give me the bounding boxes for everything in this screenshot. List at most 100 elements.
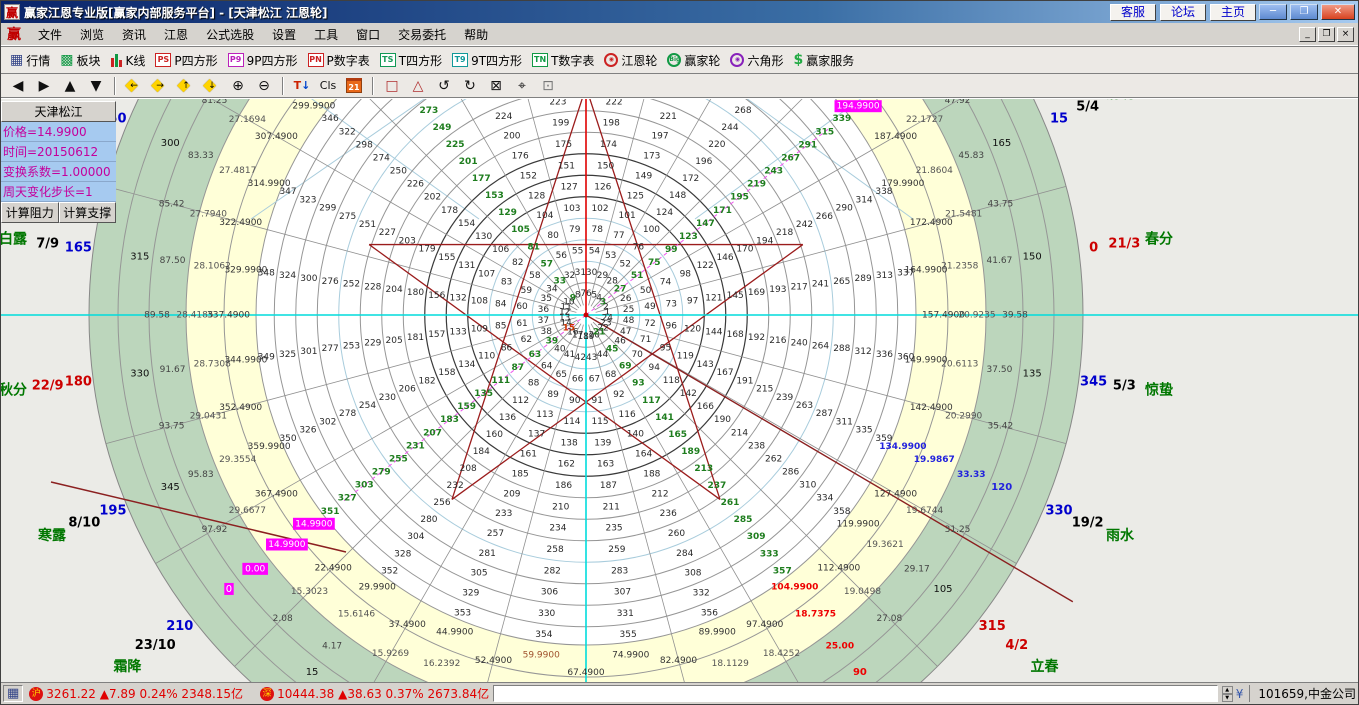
quotes-button[interactable]: ▦行情 [10, 52, 50, 69]
spiral-number: 55 [572, 247, 583, 257]
spiral-number: 195 [730, 193, 749, 203]
spiral-number: 103 [563, 204, 580, 214]
presentation-button[interactable]: ⊡ [536, 76, 560, 96]
menu-item-3[interactable]: 江恩 [155, 24, 197, 45]
spiral-number: 58 [529, 271, 541, 281]
ring-value: 59.9900 [523, 651, 560, 661]
step-up-button[interactable]: ▲ [58, 76, 82, 96]
sectors-button[interactable]: ▩板块 [60, 52, 100, 69]
toolbar-separator [114, 77, 116, 95]
page-left-button[interactable]: ◀ [6, 76, 30, 96]
step-down-button[interactable]: ▼ [84, 76, 108, 96]
menu-item-6[interactable]: 工具 [305, 24, 347, 45]
spiral-number: 169 [748, 288, 765, 298]
ring-value: 43.75 [987, 199, 1013, 209]
t-square-button[interactable]: TST四方形 [380, 52, 442, 69]
ring-value: 14.9900 [295, 519, 332, 529]
t-square-icon: TS [380, 53, 396, 67]
spiral-number: 214 [731, 428, 748, 438]
spiral-number: 78 [591, 225, 603, 235]
ring-value: 359.9900 [248, 442, 291, 452]
command-input[interactable] [493, 685, 1218, 702]
spiral-number: 64 [541, 362, 553, 372]
spiral-number: 310 [799, 481, 816, 491]
kline-button[interactable]: K线 [111, 52, 146, 69]
calc-resistance-button[interactable]: 计算阻力 [1, 202, 59, 223]
time-axis-button[interactable]: T↓ [290, 76, 314, 96]
mdi-restore-button[interactable]: ❐ [1318, 27, 1335, 42]
solar-term-label: 春分 [1144, 231, 1173, 248]
calendar-button[interactable]: 21 [342, 76, 366, 96]
spiral-number: 98 [680, 269, 692, 279]
ring-value: 52.4900 [475, 656, 512, 666]
hexagon-button[interactable]: ◉六角形 [730, 52, 783, 69]
box-cross-button[interactable]: ⊠ [484, 76, 508, 96]
spinner-control[interactable]: ▲▼ [1222, 686, 1233, 702]
spiral-number: 158 [438, 368, 455, 378]
forum-button[interactable]: 论坛 [1160, 4, 1206, 21]
diamond-right-button[interactable]: ◆→ [148, 76, 172, 96]
menu-item-4[interactable]: 公式选股 [197, 24, 263, 45]
p-square-button[interactable]: PSP四方形 [155, 52, 217, 69]
menu-item-8[interactable]: 交易委托 [389, 24, 455, 45]
9p-square-button[interactable]: P99P四方形 [228, 52, 298, 69]
spiral-number: 219 [747, 180, 766, 190]
minimize-button[interactable]: ─ [1259, 4, 1287, 20]
diamond-left-button[interactable]: ◆← [122, 76, 146, 96]
spiral-number: 51 [631, 271, 644, 281]
zoom-in-button[interactable]: ⊕ [226, 76, 250, 96]
spiral-number: 71 [640, 335, 651, 345]
p-table-button[interactable]: PNP数字表 [308, 52, 370, 69]
menu-item-2[interactable]: 资讯 [113, 24, 155, 45]
menu-item-1[interactable]: 浏览 [71, 24, 113, 45]
close-button[interactable]: ✕ [1321, 4, 1355, 20]
gann-wheel-label: 江恩轮 [621, 52, 657, 69]
page-right-button[interactable]: ▶ [32, 76, 56, 96]
spiral-number: 220 [708, 140, 725, 150]
spiral-number: 145 [727, 291, 744, 301]
shanghai-index-text: 3261.22 ▲7.89 0.24% 2348.15亿 [46, 685, 243, 702]
spiral-number: 30 [586, 268, 598, 278]
triangle-overlay-button[interactable]: △ [406, 76, 430, 96]
main-toolbar: ▦行情 ▩板块 K线 PSP四方形 P99P四方形 PNP数字表 TST四方形 T99T四方形… [1, 46, 1358, 74]
spiral-number: 50 [640, 286, 652, 296]
app-window: 赢 赢家江恩专业版[赢家内部服务平台] - [天津松江 江恩轮] 客服论坛主页 … [0, 0, 1359, 705]
panel-row-0: 价格=14.9900 [1, 122, 116, 142]
ring-value: 322.4900 [219, 218, 262, 228]
menu-item-9[interactable]: 帮助 [455, 24, 497, 45]
square-overlay-button[interactable]: □ [380, 76, 404, 96]
mdi-minimize-button[interactable]: _ [1299, 27, 1316, 42]
menu-item-0[interactable]: 文件 [29, 24, 71, 45]
chart-area: 1234567891011121314151617181920212223242… [1, 98, 1358, 682]
spiral-number: 35 [541, 294, 552, 304]
spiral-number: 215 [756, 385, 773, 395]
calc-support-button[interactable]: 计算支撑 [59, 202, 117, 223]
9p-square-icon: P9 [228, 53, 244, 67]
9t-square-button[interactable]: T99T四方形 [452, 52, 522, 69]
customer-service-button[interactable]: 客服 [1110, 4, 1156, 21]
zoom-out-button[interactable]: ⊖ [252, 76, 276, 96]
diamond-up-button[interactable]: ◆↑ [174, 76, 198, 96]
center-target-button[interactable]: ⌖ [510, 76, 534, 96]
spiral-number: 199 [552, 119, 569, 129]
t-table-button[interactable]: TNT数字表 [532, 52, 594, 69]
menu-item-7[interactable]: 窗口 [347, 24, 389, 45]
gann-wheel-chart[interactable]: 1234567891011121314151617181920212223242… [1, 99, 1358, 682]
winner-wheel-button[interactable]: Big赢家轮 [667, 52, 720, 69]
rotate-cw-button[interactable]: ↻ [458, 76, 482, 96]
gann-wheel-button[interactable]: ◉江恩轮 [604, 52, 657, 69]
ring-value: 67.4900 [567, 668, 604, 678]
menu-item-5[interactable]: 设置 [263, 24, 305, 45]
spiral-number: 106 [492, 245, 509, 255]
rotate-ccw-button[interactable]: ↺ [432, 76, 456, 96]
diamond-down-button[interactable]: ◆↓ [200, 76, 224, 96]
spiral-number: 275 [339, 212, 356, 222]
mdi-close-button[interactable]: × [1337, 27, 1354, 42]
restore-button[interactable]: ❐ [1290, 4, 1318, 20]
panel-row-3: 周天变化步长=1 [1, 182, 116, 202]
winner-service-button[interactable]: $赢家服务 [793, 52, 854, 69]
cls-button[interactable]: Cls [316, 76, 340, 96]
homepage-button[interactable]: 主页 [1210, 4, 1256, 21]
quote-grid-icon[interactable]: ▦ [3, 685, 23, 702]
spiral-number: 281 [479, 549, 496, 559]
